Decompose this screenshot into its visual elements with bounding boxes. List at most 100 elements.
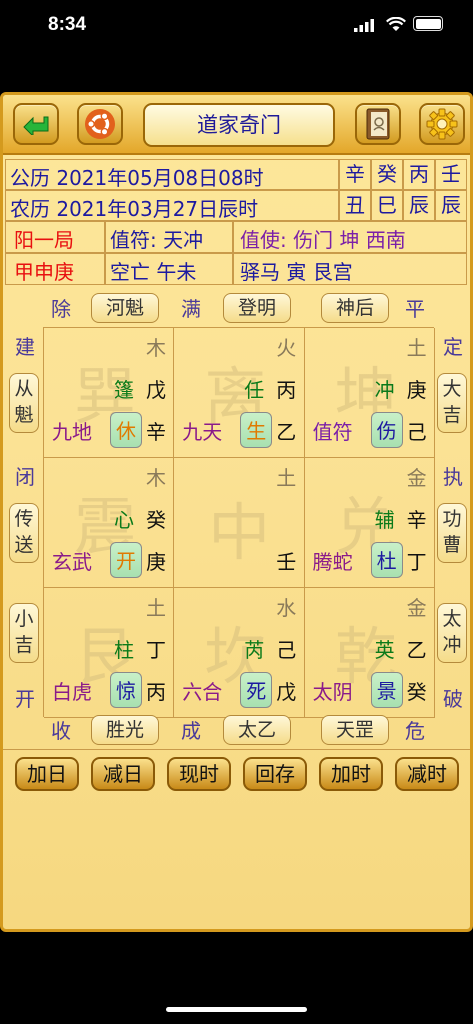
left-button-3[interactable]: 小吉 — [9, 603, 39, 663]
month-branch: 巳 — [371, 190, 403, 221]
contacts-button[interactable] — [355, 103, 401, 145]
status-bar: 8:34 — [0, 0, 473, 56]
solar-date: 公历 2021年05月08日08时 — [5, 159, 339, 190]
hour-stem: 壬 — [435, 159, 467, 190]
bottom-label-2: 成 — [181, 719, 201, 743]
palace-watermark: 中 — [208, 496, 271, 569]
add-hour-button[interactable]: 加时 — [319, 757, 383, 791]
settings-button[interactable] — [419, 103, 465, 145]
palace-star: 任 — [244, 378, 265, 402]
palace-element: 水 — [276, 596, 297, 620]
palace-cell: 乾金英乙太阴景癸 — [304, 588, 435, 718]
ju-label: 阳一局 — [5, 221, 105, 253]
left-button-2[interactable]: 传送 — [9, 503, 39, 563]
palace-heaven-stem: 庚 — [406, 378, 427, 402]
top-label-3: 平 — [405, 297, 425, 321]
palace-door: 休 — [110, 412, 142, 448]
palace-god: 腾蛇 — [312, 550, 353, 574]
top-button-1[interactable]: 河魁 — [91, 293, 159, 323]
right-button-1[interactable]: 大吉 — [437, 373, 467, 433]
palace-cell: 艮土柱丁白虎惊丙 — [44, 588, 175, 718]
palace-star: 冲 — [374, 378, 395, 402]
bottom-button-3[interactable]: 天罡 — [321, 715, 389, 745]
year-branch: 丑 — [339, 190, 371, 221]
palace-earth-stem: 壬 — [276, 550, 297, 574]
palace-element: 火 — [276, 336, 297, 360]
palace-god: 六合 — [182, 680, 223, 704]
page-title: 道家奇门 — [143, 103, 335, 147]
divider — [3, 749, 470, 750]
back-button[interactable] — [13, 103, 59, 145]
palace-star: 篷 — [114, 378, 134, 402]
palace-god: 玄武 — [52, 550, 92, 574]
palace-door: 死 — [240, 672, 273, 708]
left-button-1[interactable]: 从魁 — [9, 373, 39, 433]
palace-earth-stem: 己 — [406, 420, 427, 444]
palace-element: 土 — [406, 336, 427, 360]
gear-icon — [426, 108, 458, 140]
palace-cell: 震木心癸玄武开庚 — [44, 458, 175, 588]
palace-heaven-stem: 癸 — [146, 508, 166, 532]
right-label-2: 执 — [443, 465, 463, 489]
top-button-3[interactable]: 神后 — [321, 293, 389, 323]
palace-star: 柱 — [114, 638, 134, 662]
top-label-2: 满 — [181, 297, 201, 321]
palace-earth-stem: 辛 — [146, 420, 166, 444]
palace-heaven-stem: 己 — [276, 638, 297, 662]
palace-cell: 坎水芮己六合死戊 — [174, 588, 305, 718]
palace-element: 金 — [406, 466, 427, 490]
palace-door: 生 — [240, 412, 273, 448]
palace-element: 土 — [276, 466, 297, 490]
palace-star: 辅 — [374, 508, 395, 532]
bottom-button-2[interactable]: 太乙 — [223, 715, 291, 745]
zhifu-label: 值符: 天冲 — [105, 221, 233, 253]
right-button-3[interactable]: 太冲 — [437, 603, 467, 663]
day-branch: 辰 — [403, 190, 435, 221]
kongwang-label: 空亡 午未 — [105, 253, 233, 285]
sub-day-button[interactable]: 减日 — [91, 757, 155, 791]
palace-door: 伤 — [370, 412, 403, 448]
app-window: 道家奇门 公历 2021年05月08日08时 辛 癸 丙 壬 农历 2021年0… — [0, 92, 473, 932]
palace-door: 景 — [370, 672, 403, 708]
left-label-1: 建 — [15, 335, 35, 359]
left-label-2: 闭 — [15, 465, 35, 489]
year-stem: 辛 — [339, 159, 371, 190]
palace-star: 心 — [114, 508, 134, 532]
battery-icon — [413, 16, 443, 31]
palace-earth-stem: 戊 — [276, 680, 297, 704]
ubuntu-logo-icon — [85, 109, 115, 139]
right-label-3: 破 — [443, 687, 463, 711]
month-stem: 癸 — [371, 159, 403, 190]
ubuntu-button[interactable] — [77, 103, 123, 145]
wifi-icon — [386, 17, 406, 31]
palace-door: 惊 — [110, 672, 142, 708]
signal-icon — [354, 19, 374, 32]
bottom-button-1[interactable]: 胜光 — [91, 715, 159, 745]
left-label-3: 开 — [15, 687, 35, 711]
palace-earth-stem: 庚 — [146, 550, 166, 574]
address-book-icon — [366, 108, 390, 140]
palace-heaven-stem: 乙 — [406, 638, 427, 662]
palace-god: 白虎 — [52, 680, 92, 704]
lunar-date: 农历 2021年03月27日辰时 — [5, 190, 339, 221]
yima-label: 驿马 寅 艮宫 — [233, 253, 467, 285]
top-button-2[interactable]: 登明 — [223, 293, 291, 323]
palace-grid: 巽木篷戊九地休辛离火任丙九天生乙坤土冲庚值符伤己震木心癸玄武开庚中土壬兑金辅辛腾… — [43, 327, 435, 718]
palace-cell: 兑金辅辛腾蛇杜丁 — [304, 458, 435, 588]
palace-heaven-stem: 丙 — [276, 378, 297, 402]
right-button-2[interactable]: 功曹 — [437, 503, 467, 563]
palace-element: 木 — [146, 336, 166, 360]
palace-earth-stem: 乙 — [276, 420, 297, 444]
palace-heaven-stem: 辛 — [406, 508, 427, 532]
palace-earth-stem: 丁 — [406, 550, 427, 574]
hour-branch: 辰 — [435, 190, 467, 221]
restore-button[interactable]: 回存 — [243, 757, 307, 791]
add-day-button[interactable]: 加日 — [15, 757, 79, 791]
top-label-1: 除 — [51, 297, 71, 321]
sub-hour-button[interactable]: 减时 — [395, 757, 459, 791]
palace-heaven-stem: 戊 — [146, 378, 166, 402]
palace-cell: 离火任丙九天生乙 — [174, 328, 305, 458]
now-button[interactable]: 现时 — [167, 757, 231, 791]
palace-god: 九天 — [182, 420, 223, 444]
palace-element: 金 — [406, 596, 427, 620]
